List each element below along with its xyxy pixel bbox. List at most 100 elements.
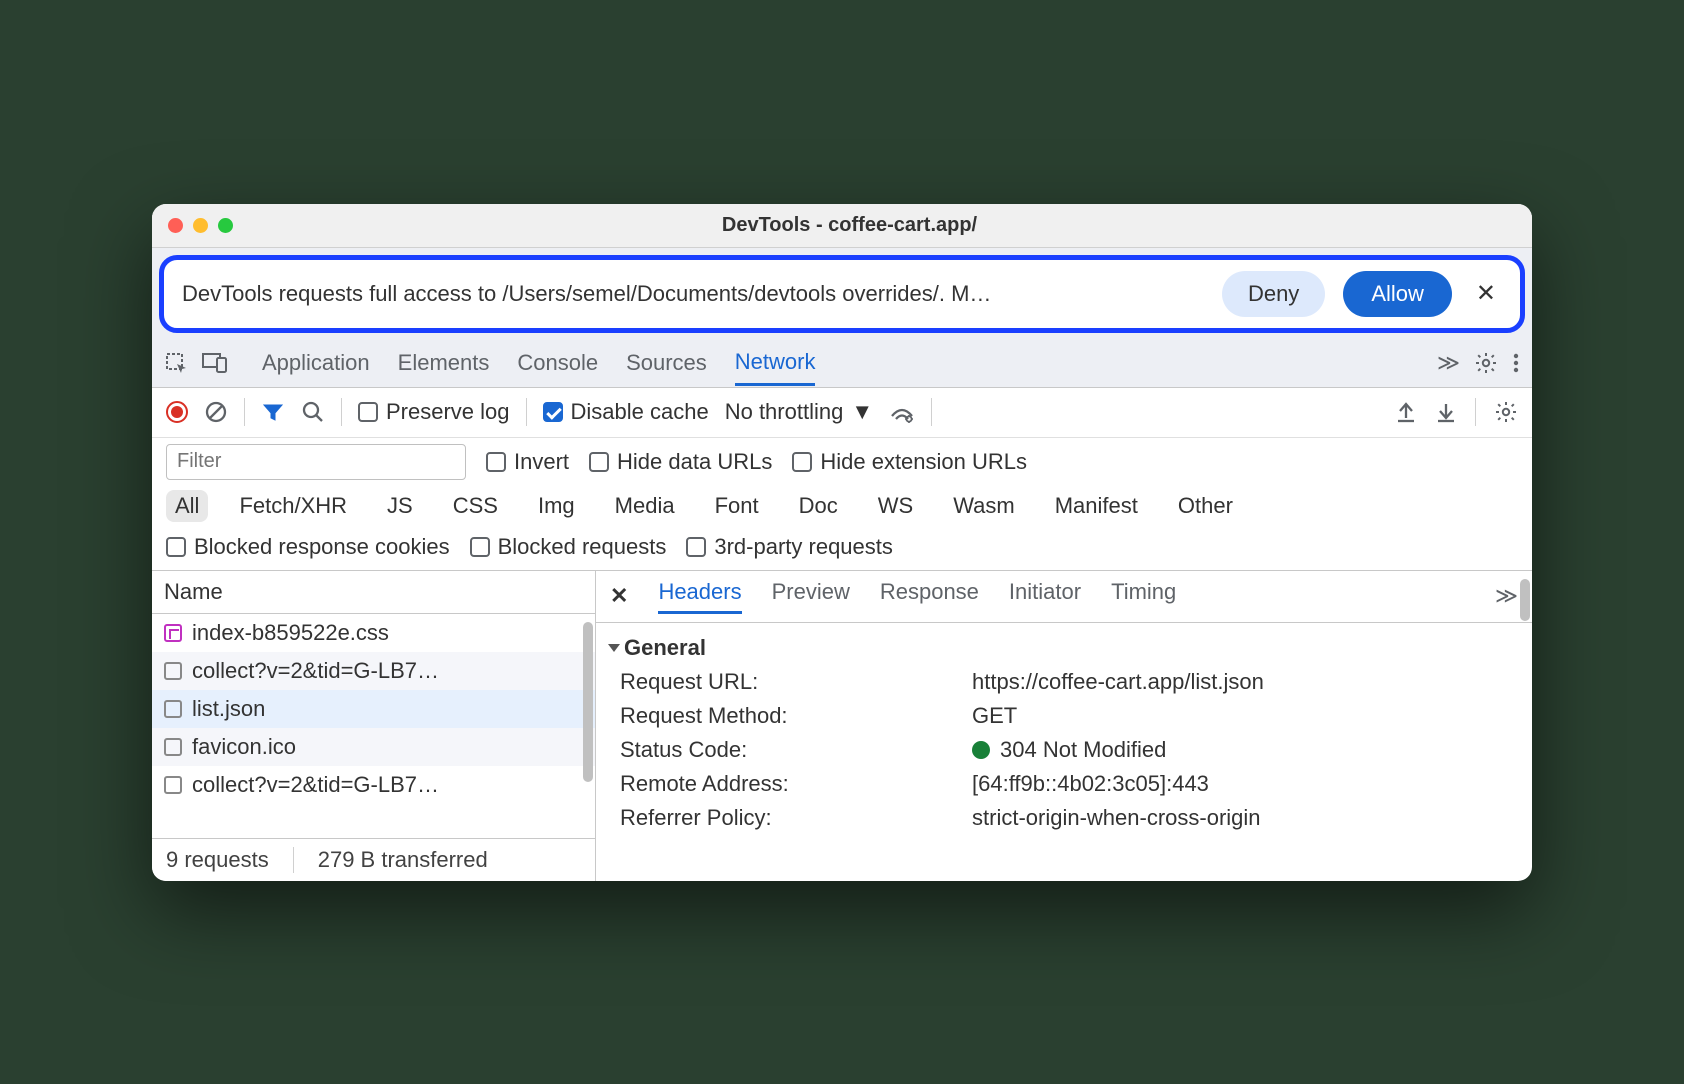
type-filter-all[interactable]: All — [166, 490, 208, 522]
detail-tab-headers[interactable]: Headers — [658, 579, 741, 614]
divider — [1475, 398, 1476, 426]
filter-icon[interactable] — [261, 400, 285, 424]
request-name: index-b859522e.css — [192, 620, 389, 646]
request-name: favicon.ico — [192, 734, 296, 760]
request-row[interactable]: favicon.ico — [152, 728, 595, 766]
record-button[interactable] — [166, 401, 188, 423]
inspect-icon[interactable] — [164, 351, 188, 375]
deny-button[interactable]: Deny — [1222, 271, 1325, 317]
throttling-select[interactable]: No throttling ▼ — [725, 399, 873, 425]
hide-extension-urls-checkbox[interactable] — [792, 452, 812, 472]
search-icon[interactable] — [301, 400, 325, 424]
type-filter-media[interactable]: Media — [606, 490, 684, 522]
infobar-container: DevTools requests full access to /Users/… — [152, 248, 1532, 340]
general-title: General — [624, 635, 706, 661]
tab-sources[interactable]: Sources — [626, 342, 707, 384]
network-toolbar: Preserve log Disable cache No throttling… — [152, 388, 1532, 438]
detail-tab-response[interactable]: Response — [880, 579, 979, 614]
header-value: GET — [972, 703, 1017, 729]
network-settings-gear-icon[interactable] — [1494, 400, 1518, 424]
traffic-lights — [168, 218, 233, 233]
allow-button[interactable]: Allow — [1343, 271, 1452, 317]
hide-data-urls-label: Hide data URLs — [617, 449, 772, 475]
device-toggle-icon[interactable] — [202, 352, 228, 374]
download-har-icon[interactable] — [1435, 400, 1457, 424]
network-conditions-icon[interactable] — [889, 401, 915, 423]
document-icon — [164, 700, 182, 718]
detail-tab-initiator[interactable]: Initiator — [1009, 579, 1081, 614]
hide-data-urls-checkbox[interactable] — [589, 452, 609, 472]
header-value: https://coffee-cart.app/list.json — [972, 669, 1264, 695]
disable-cache-toggle[interactable]: Disable cache — [543, 399, 709, 425]
chevron-down-icon: ▼ — [851, 399, 873, 425]
invert-toggle[interactable]: Invert — [486, 449, 569, 475]
tab-application[interactable]: Application — [262, 342, 370, 384]
disable-cache-label: Disable cache — [571, 399, 709, 425]
third-party-toggle[interactable]: 3rd-party requests — [686, 534, 893, 560]
type-filter-other[interactable]: Other — [1169, 490, 1242, 522]
detail-tab-timing[interactable]: Timing — [1111, 579, 1176, 614]
stylesheet-icon — [164, 624, 182, 642]
window-close-button[interactable] — [168, 218, 183, 233]
tab-elements[interactable]: Elements — [398, 342, 490, 384]
type-filter-fetchxhr[interactable]: Fetch/XHR — [230, 490, 356, 522]
disable-cache-checkbox[interactable] — [543, 402, 563, 422]
type-filter-js[interactable]: JS — [378, 490, 422, 522]
request-row[interactable]: collect?v=2&tid=G-LB7… — [152, 766, 595, 804]
header-value: 304 Not Modified — [972, 737, 1166, 763]
clear-icon[interactable] — [204, 400, 228, 424]
type-filter-wasm[interactable]: Wasm — [944, 490, 1024, 522]
titlebar: DevTools - coffee-cart.app/ — [152, 204, 1532, 248]
third-party-checkbox[interactable] — [686, 537, 706, 557]
upload-har-icon[interactable] — [1395, 400, 1417, 424]
blocked-requests-toggle[interactable]: Blocked requests — [470, 534, 667, 560]
preserve-log-toggle[interactable]: Preserve log — [358, 399, 510, 425]
type-filter-manifest[interactable]: Manifest — [1046, 490, 1147, 522]
blocked-requests-checkbox[interactable] — [470, 537, 490, 557]
request-row[interactable]: list.json — [152, 690, 595, 728]
infobar-message: DevTools requests full access to /Users/… — [182, 281, 1204, 307]
type-filter-doc[interactable]: Doc — [790, 490, 847, 522]
document-icon — [164, 738, 182, 756]
type-filter-css[interactable]: CSS — [444, 490, 507, 522]
hide-data-urls-toggle[interactable]: Hide data URLs — [589, 449, 772, 475]
hide-extension-urls-toggle[interactable]: Hide extension URLs — [792, 449, 1027, 475]
request-list: index-b859522e.css collect?v=2&tid=G-LB7…… — [152, 614, 595, 838]
settings-gear-icon[interactable] — [1474, 351, 1498, 375]
devtools-window: DevTools - coffee-cart.app/ DevTools req… — [152, 204, 1532, 881]
blocked-cookies-checkbox[interactable] — [166, 537, 186, 557]
window-zoom-button[interactable] — [218, 218, 233, 233]
tab-network[interactable]: Network — [735, 341, 816, 386]
infobar-close-icon[interactable]: ✕ — [1470, 279, 1502, 308]
type-filter-img[interactable]: Img — [529, 490, 584, 522]
detail-tab-preview[interactable]: Preview — [772, 579, 850, 614]
invert-checkbox[interactable] — [486, 452, 506, 472]
detail-tabs-more-icon[interactable]: ≫ — [1495, 583, 1518, 609]
type-filter-ws[interactable]: WS — [869, 490, 922, 522]
request-row[interactable]: collect?v=2&tid=G-LB7… — [152, 652, 595, 690]
content-split: Name index-b859522e.css collect?v=2&tid=G… — [152, 571, 1532, 881]
window-minimize-button[interactable] — [193, 218, 208, 233]
header-key: Status Code: — [620, 737, 960, 763]
blocked-cookies-toggle[interactable]: Blocked response cookies — [166, 534, 450, 560]
request-name: collect?v=2&tid=G-LB7… — [192, 772, 439, 798]
general-section-header[interactable]: General — [610, 631, 1518, 665]
transferred-size: 279 B transferred — [318, 847, 488, 873]
filter-input[interactable] — [166, 444, 466, 480]
request-name: collect?v=2&tid=G-LB7… — [192, 658, 439, 684]
request-row[interactable]: index-b859522e.css — [152, 614, 595, 652]
third-party-label: 3rd-party requests — [714, 534, 893, 560]
panel-tabs-more-icon[interactable]: ≫ — [1437, 350, 1460, 376]
scrollbar-thumb[interactable] — [583, 622, 593, 782]
detail-close-icon[interactable]: ✕ — [610, 583, 628, 609]
divider — [931, 398, 932, 426]
tab-console[interactable]: Console — [517, 342, 598, 384]
scrollbar-thumb[interactable] — [1520, 579, 1530, 621]
network-footer: 9 requests 279 B transferred — [152, 838, 595, 881]
more-menu-icon[interactable] — [1512, 351, 1520, 375]
name-column-header[interactable]: Name — [152, 571, 595, 614]
headers-general-section: General Request URL:https://coffee-cart.… — [596, 623, 1532, 843]
header-row: Referrer Policy:strict-origin-when-cross… — [610, 801, 1518, 835]
preserve-log-checkbox[interactable] — [358, 402, 378, 422]
type-filter-font[interactable]: Font — [706, 490, 768, 522]
